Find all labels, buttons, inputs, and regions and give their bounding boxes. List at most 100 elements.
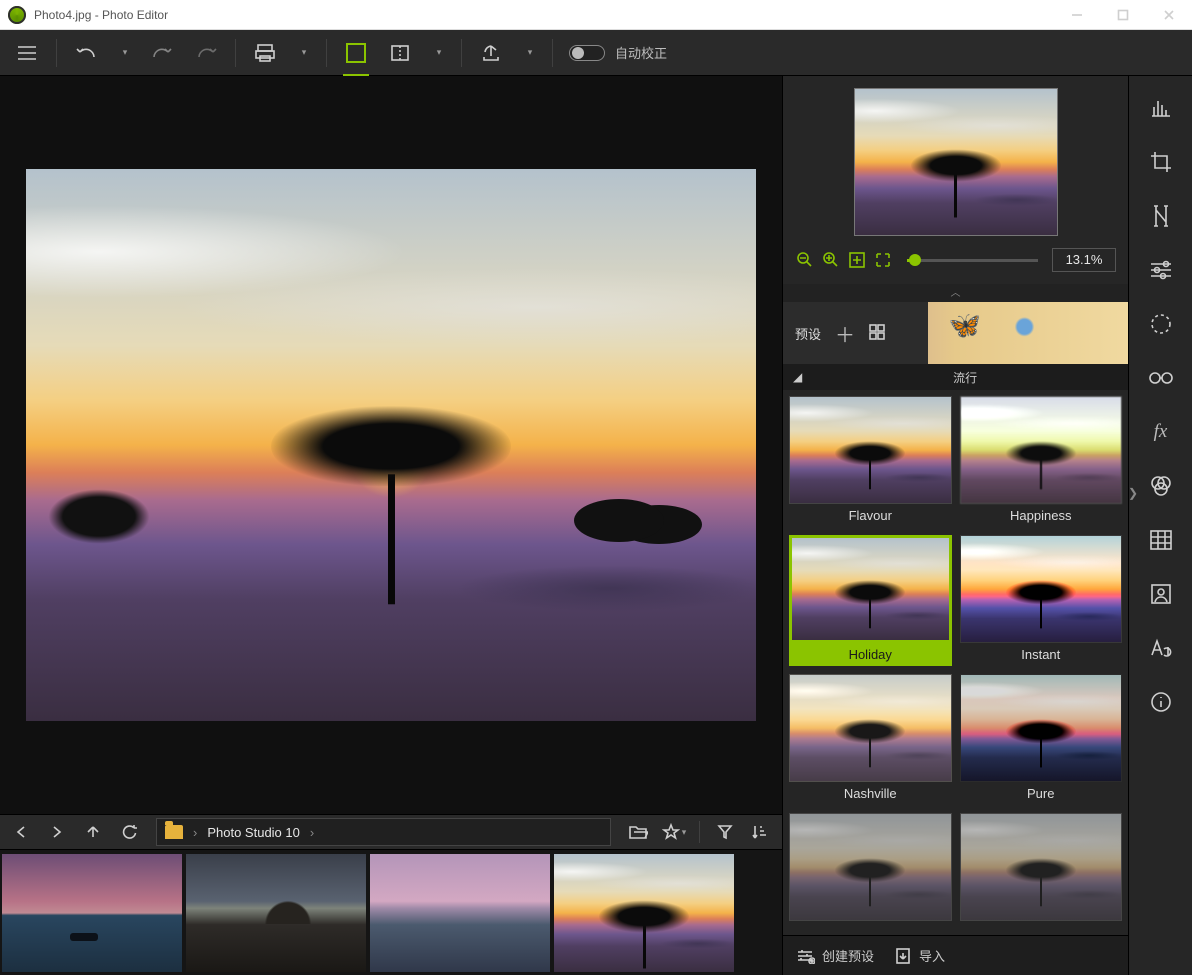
preset-thumbnail bbox=[960, 813, 1123, 921]
create-preset-label: 创建预设 bbox=[822, 946, 874, 965]
share-dropdown[interactable]: ▾ bbox=[516, 35, 542, 71]
auto-correct-toggle[interactable]: 自动校正 bbox=[563, 35, 673, 71]
preset-happiness[interactable]: Happiness bbox=[960, 396, 1123, 527]
color-tool[interactable] bbox=[1141, 470, 1181, 502]
create-preset-button[interactable]: 创建预设 bbox=[797, 946, 874, 965]
zoom-value[interactable]: 13.1% bbox=[1052, 248, 1116, 272]
nav-forward-button[interactable] bbox=[42, 817, 72, 847]
preset-instant[interactable]: Instant bbox=[960, 535, 1123, 666]
folder-icon bbox=[165, 825, 183, 839]
zoom-out-button[interactable] bbox=[795, 250, 815, 270]
path-box[interactable]: › Photo Studio 10 › bbox=[156, 818, 611, 846]
presets-label: 预设 bbox=[795, 324, 821, 343]
split-view-button[interactable] bbox=[381, 35, 419, 71]
preset-name bbox=[789, 921, 952, 929]
preset-thumbnail bbox=[960, 674, 1123, 782]
zoom-in-button[interactable] bbox=[821, 250, 841, 270]
preset-holiday[interactable]: ★Holiday bbox=[789, 535, 952, 666]
undo-button[interactable] bbox=[67, 35, 105, 71]
nav-up-button[interactable] bbox=[78, 817, 108, 847]
app-icon bbox=[8, 6, 26, 24]
thumbnail-item[interactable] bbox=[2, 854, 182, 972]
preset-nashville[interactable]: Nashville bbox=[789, 674, 952, 805]
canvas-area: › Photo Studio 10 › ▾ bbox=[0, 76, 782, 975]
zoom-fit-button[interactable] bbox=[847, 250, 867, 270]
import-label: 导入 bbox=[919, 946, 945, 965]
histogram-tool[interactable] bbox=[1141, 92, 1181, 124]
add-preset-button[interactable]: ＋ bbox=[835, 319, 855, 348]
redo-button[interactable] bbox=[143, 35, 181, 71]
share-button[interactable] bbox=[472, 35, 510, 71]
category-label: 流行 bbox=[812, 369, 1118, 386]
preset-name: Nashville bbox=[789, 782, 952, 805]
presets-header: 预设 ＋ 🦋 bbox=[783, 302, 1128, 364]
main-photo bbox=[26, 169, 756, 721]
preset-item-6[interactable] bbox=[789, 813, 952, 929]
preset-grid[interactable]: Flavour Happiness ★Holiday Instant Nashville… bbox=[783, 390, 1128, 935]
tool-rail: fx ❯ bbox=[1128, 76, 1192, 975]
info-tool[interactable] bbox=[1141, 686, 1181, 718]
import-preset-button[interactable]: 导入 bbox=[896, 946, 945, 965]
preset-flavour[interactable]: Flavour bbox=[789, 396, 952, 527]
preset-thumbnail bbox=[960, 396, 1123, 504]
close-button[interactable] bbox=[1146, 0, 1192, 29]
preset-name: Instant bbox=[960, 643, 1123, 666]
window-title: Photo4.jpg - Photo Editor bbox=[34, 8, 168, 22]
favorite-button[interactable]: ▾ bbox=[659, 817, 689, 847]
portrait-tool[interactable] bbox=[1141, 578, 1181, 610]
effects-tool[interactable]: fx bbox=[1141, 416, 1181, 448]
canvas-viewport[interactable] bbox=[0, 76, 782, 814]
filter-button[interactable] bbox=[710, 817, 740, 847]
selection-tool[interactable] bbox=[1141, 308, 1181, 340]
preview-tool[interactable] bbox=[1141, 362, 1181, 394]
main-toolbar: ▾ ▾ ▾ ▾ 自动校正 bbox=[0, 30, 1192, 76]
menu-button[interactable] bbox=[8, 35, 46, 71]
sort-button[interactable] bbox=[746, 817, 776, 847]
thumbnail-item[interactable] bbox=[186, 854, 366, 972]
preset-thumbnail bbox=[960, 535, 1123, 643]
redo-alt-button[interactable] bbox=[187, 35, 225, 71]
open-folder-button[interactable] bbox=[623, 817, 653, 847]
thumbnail-item-selected[interactable] bbox=[554, 854, 734, 972]
browser-toolbar: › Photo Studio 10 › ▾ bbox=[0, 814, 782, 850]
text-tool[interactable] bbox=[1141, 632, 1181, 664]
preset-item-7[interactable] bbox=[960, 813, 1123, 929]
expand-rail-button[interactable]: ❯ bbox=[1128, 486, 1138, 500]
collapse-preview-button[interactable]: ︿ bbox=[783, 284, 1128, 302]
nav-back-button[interactable] bbox=[6, 817, 36, 847]
preview-image[interactable] bbox=[854, 88, 1058, 236]
auto-correct-label: 自动校正 bbox=[615, 43, 667, 62]
preview-area: 13.1% bbox=[783, 76, 1128, 284]
thumbnail-item[interactable] bbox=[370, 854, 550, 972]
minimize-button[interactable] bbox=[1054, 0, 1100, 29]
title-bar: Photo4.jpg - Photo Editor bbox=[0, 0, 1192, 30]
preset-name bbox=[960, 921, 1123, 929]
path-label: Photo Studio 10 bbox=[207, 825, 300, 840]
sliders-tool[interactable] bbox=[1141, 254, 1181, 286]
adjustments-tool[interactable] bbox=[1141, 200, 1181, 232]
preset-thumbnail bbox=[789, 674, 952, 782]
frame-tool[interactable] bbox=[1141, 524, 1181, 556]
zoom-slider[interactable] bbox=[907, 259, 1038, 262]
zoom-actual-button[interactable] bbox=[873, 250, 893, 270]
preset-name: Flavour bbox=[789, 504, 952, 527]
preset-thumbnail bbox=[789, 535, 952, 643]
undo-dropdown[interactable]: ▾ bbox=[111, 35, 137, 71]
preset-name: Pure bbox=[960, 782, 1123, 805]
preset-thumbnail bbox=[789, 813, 952, 921]
thumbnail-strip[interactable] bbox=[0, 850, 782, 975]
preset-grid-view-button[interactable] bbox=[869, 324, 885, 343]
fit-to-window-button[interactable] bbox=[337, 35, 375, 71]
preset-thumbnail bbox=[789, 396, 952, 504]
preset-pure[interactable]: Pure bbox=[960, 674, 1123, 805]
crop-tool[interactable] bbox=[1141, 146, 1181, 178]
print-dropdown[interactable]: ▾ bbox=[290, 35, 316, 71]
print-button[interactable] bbox=[246, 35, 284, 71]
view-dropdown[interactable]: ▾ bbox=[425, 35, 451, 71]
collapse-icon: ◢ bbox=[793, 370, 802, 384]
refresh-button[interactable] bbox=[114, 817, 144, 847]
preset-category-bar[interactable]: ◢ 流行 bbox=[783, 364, 1128, 390]
maximize-button[interactable] bbox=[1100, 0, 1146, 29]
preset-name: Happiness bbox=[960, 504, 1123, 527]
butterfly-icon: 🦋 bbox=[949, 310, 981, 341]
